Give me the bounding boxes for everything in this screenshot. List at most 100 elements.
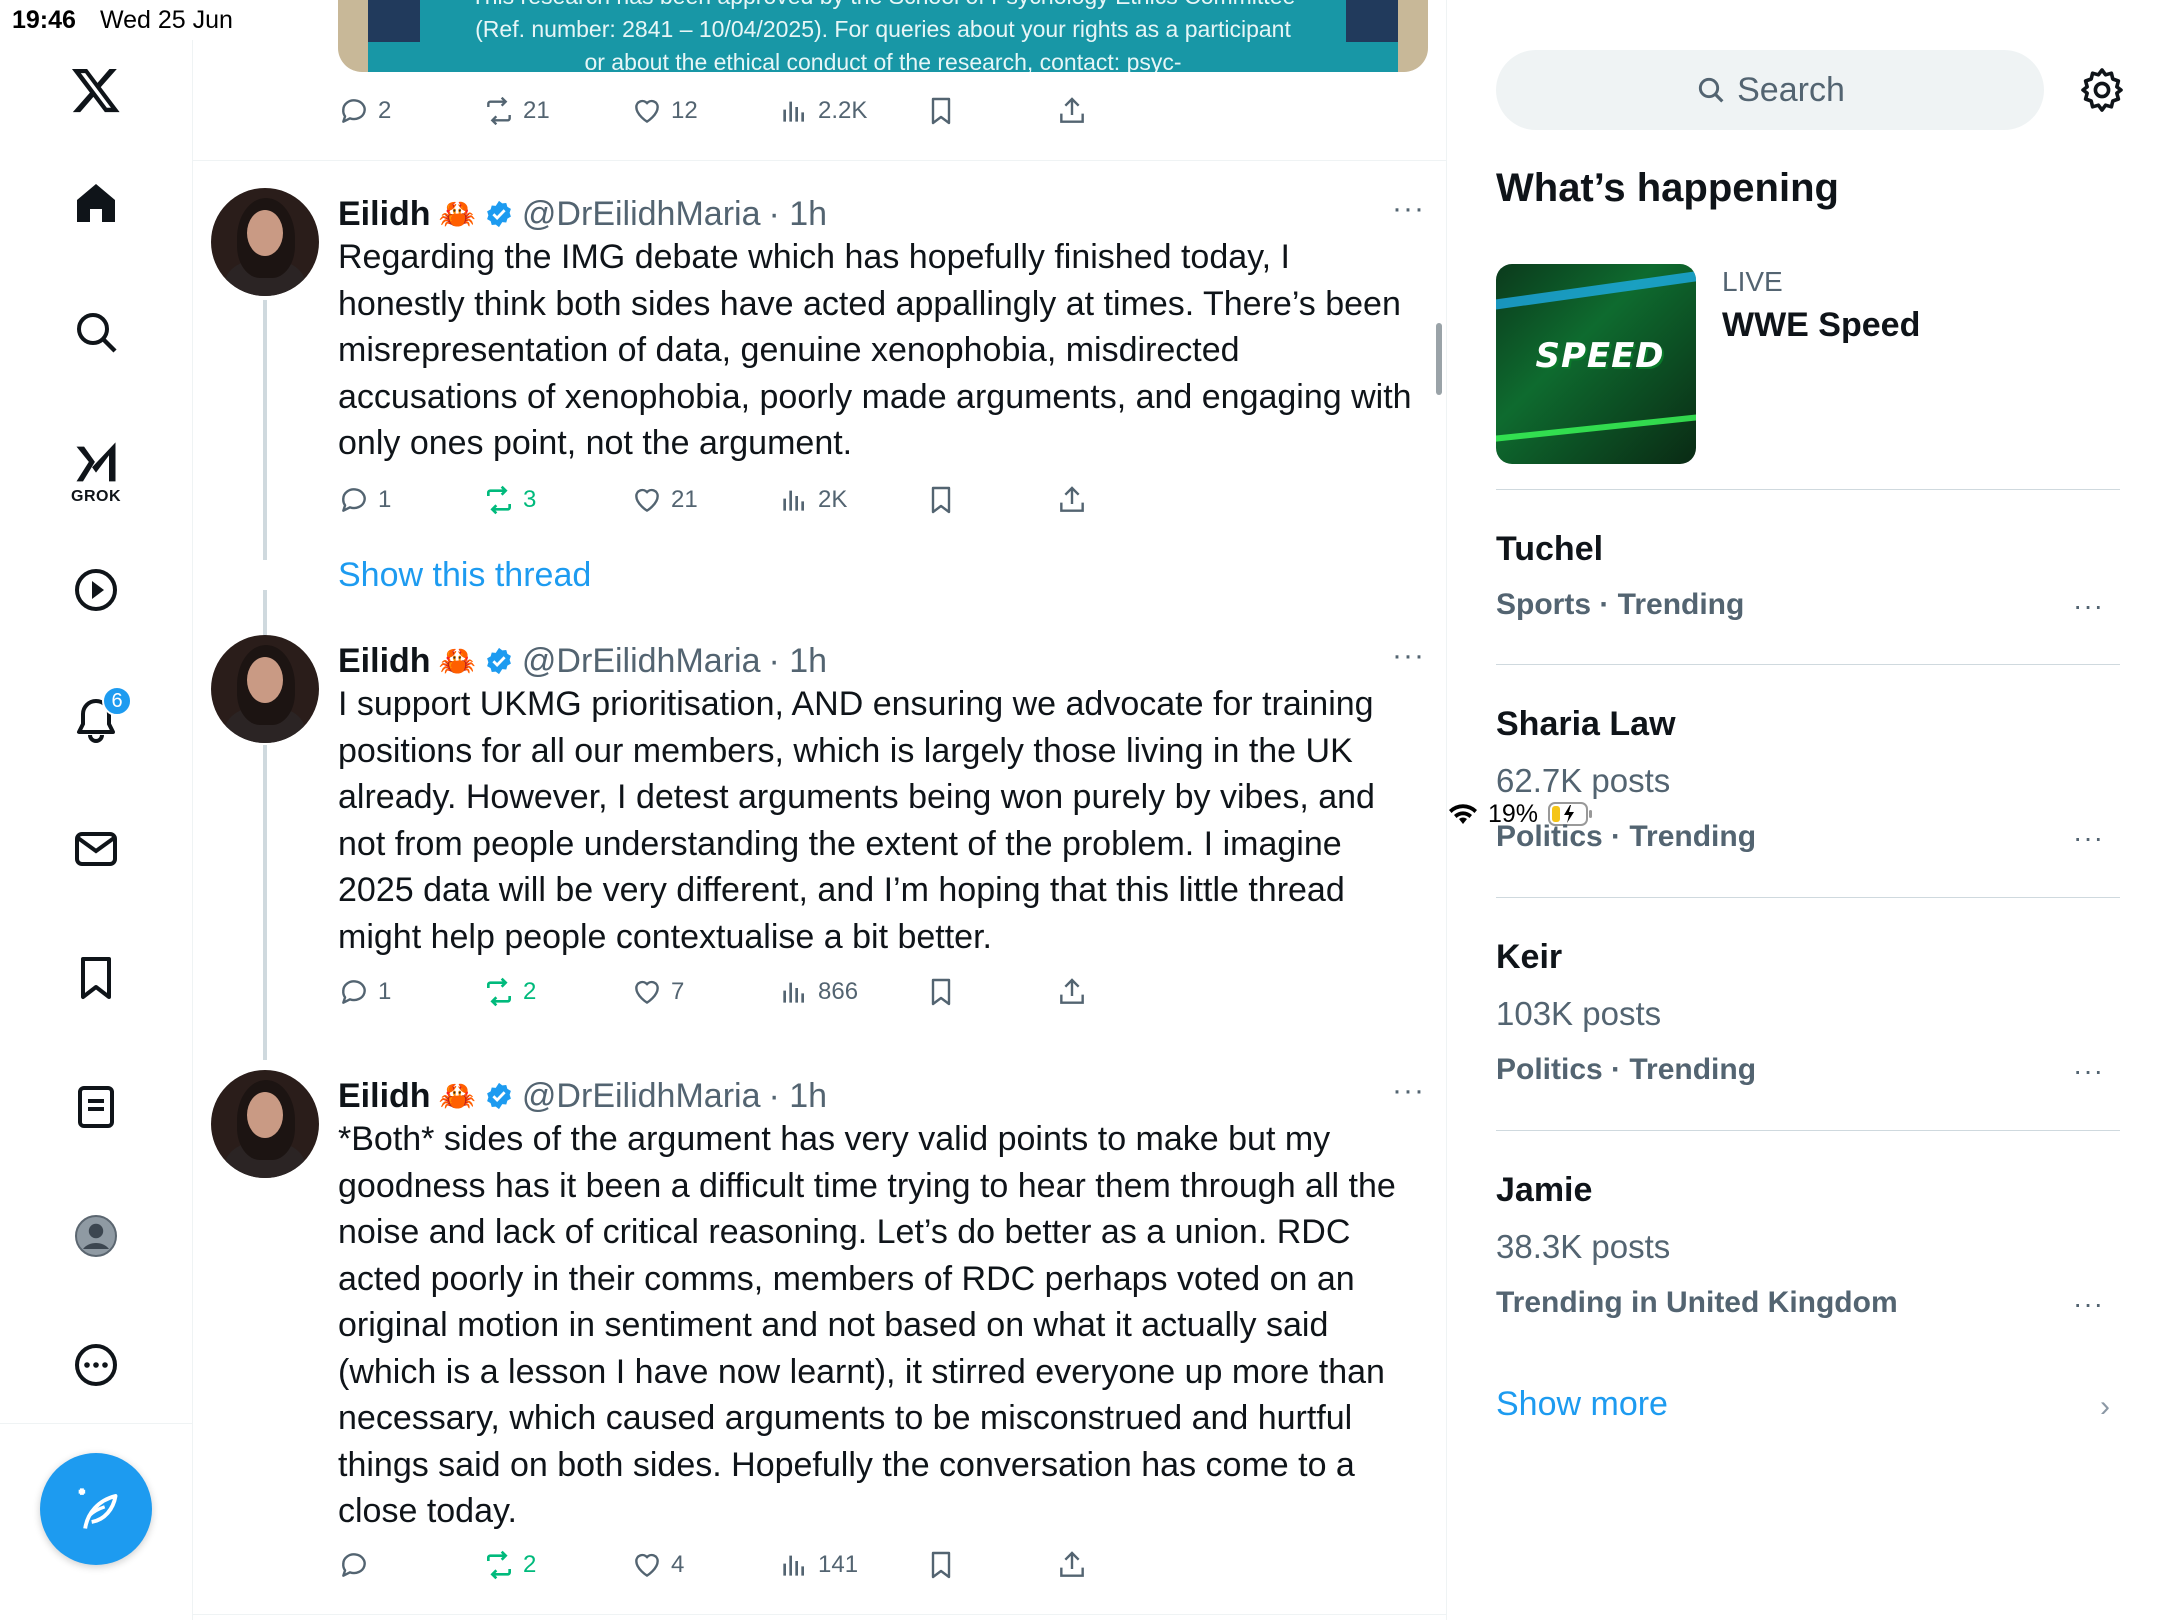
- views-button[interactable]: 2K: [778, 475, 847, 525]
- trend-title[interactable]: Sharia Law: [1496, 705, 1676, 744]
- trend-more-icon[interactable]: ···: [2073, 822, 2104, 854]
- views-count: 866: [818, 978, 859, 1005]
- like-button[interactable]: 12: [631, 86, 698, 136]
- avatar[interactable]: [211, 635, 319, 743]
- video-play-icon[interactable]: [56, 550, 136, 630]
- author-name[interactable]: Eilidh: [338, 1077, 431, 1116]
- reply-button[interactable]: [338, 1540, 378, 1590]
- trend-more-icon[interactable]: ···: [2073, 1055, 2104, 1087]
- repost-button[interactable]: 2: [483, 967, 536, 1017]
- tweet-time[interactable]: · 1h: [769, 195, 828, 234]
- author-handle[interactable]: @DrEilidhMaria: [522, 642, 761, 681]
- tweet-line: 2025 data will be very different, and I’…: [338, 871, 1345, 909]
- author-name[interactable]: Eilidh: [338, 642, 431, 681]
- bookmark-icon: [931, 978, 951, 1006]
- bookmark-button[interactable]: [925, 1540, 957, 1590]
- tweet-more-icon[interactable]: ···: [1392, 192, 1425, 226]
- reply-button[interactable]: 2: [338, 86, 391, 136]
- like-button[interactable]: 4: [631, 1540, 684, 1590]
- tweet-line: *Both* sides of the argument has very va…: [338, 1120, 1331, 1158]
- author-handle[interactable]: @DrEilidhMaria: [522, 1077, 761, 1116]
- tweet-text: Regarding the IMG debate which has hopef…: [338, 234, 1418, 467]
- notifications-bell-icon[interactable]: 6: [56, 680, 136, 760]
- tweet-more-icon[interactable]: ···: [1392, 1074, 1425, 1108]
- repost-button[interactable]: 2: [483, 1540, 536, 1590]
- tweet-actions: 1 3 21 2K: [338, 475, 1338, 525]
- profile-avatar-icon[interactable]: [56, 1196, 136, 1276]
- lists-icon[interactable]: [56, 1067, 136, 1147]
- views-button[interactable]: 866: [778, 967, 858, 1017]
- left-nav: GROK 6: [0, 40, 193, 1620]
- trend-more-icon[interactable]: ···: [2073, 590, 2104, 622]
- share-icon: [1060, 97, 1084, 123]
- grok-icon[interactable]: GROK: [56, 422, 136, 522]
- media-dark-block-right: [1346, 0, 1398, 42]
- reply-count: 1: [378, 978, 392, 1005]
- timeline: This research has been approved by the S…: [193, 0, 1447, 1620]
- like-button[interactable]: 7: [631, 967, 684, 1017]
- bookmark-button[interactable]: [925, 967, 957, 1017]
- home-icon[interactable]: [56, 163, 136, 243]
- trend-title[interactable]: Tuchel: [1496, 530, 1603, 569]
- reply-button[interactable]: 1: [338, 475, 391, 525]
- heart-icon: [635, 99, 659, 123]
- live-event-thumbnail[interactable]: SPEED: [1496, 264, 1696, 464]
- tweet-time[interactable]: · 1h: [769, 1077, 828, 1116]
- repost-count: 2: [523, 978, 537, 1005]
- tweet-line: might help people contextualise a bit be…: [338, 917, 992, 956]
- share-button[interactable]: [1056, 475, 1088, 525]
- nav-divider: [0, 1423, 193, 1424]
- more-options-icon[interactable]: [56, 1325, 136, 1405]
- reply-icon: [342, 99, 366, 123]
- live-event-title[interactable]: WWE Speed: [1722, 306, 1920, 345]
- settings-gear-icon[interactable]: [2078, 66, 2126, 114]
- crab-emoji: 🦀: [438, 197, 476, 231]
- tweet-time[interactable]: · 1h: [769, 642, 828, 681]
- media-line-2: (Ref. number: 2841 – 10/04/2025). For qu…: [475, 16, 1291, 42]
- reply-icon: [342, 488, 366, 512]
- repost-button[interactable]: 21: [483, 86, 550, 136]
- bookmark-button[interactable]: [925, 86, 957, 136]
- views-button[interactable]: 141: [778, 1540, 858, 1590]
- show-thread-link[interactable]: Show this thread: [338, 556, 591, 595]
- trend-title[interactable]: Keir: [1496, 938, 1562, 977]
- views-button[interactable]: 2.2K: [778, 86, 867, 136]
- timeline-scrollbar[interactable]: [1436, 323, 1442, 395]
- trend-more-icon[interactable]: ···: [2073, 1288, 2104, 1320]
- tweet-line: only ones point, not the argument.: [338, 424, 853, 462]
- compose-post-button[interactable]: [40, 1453, 152, 1565]
- share-button[interactable]: [1056, 1540, 1088, 1590]
- bookmark-button[interactable]: [925, 475, 957, 525]
- media-text: This research has been approved by the S…: [368, 0, 1398, 72]
- avatar[interactable]: [211, 1070, 319, 1178]
- search-input[interactable]: Search: [1496, 50, 2044, 130]
- author-handle[interactable]: @DrEilidhMaria: [522, 195, 761, 234]
- author-name[interactable]: Eilidh: [338, 195, 431, 234]
- verified-badge-icon: [487, 647, 511, 675]
- trend-posts: 103K posts: [1496, 995, 1662, 1032]
- bookmark-icon: [931, 1551, 951, 1579]
- search-icon[interactable]: [56, 292, 136, 372]
- avatar[interactable]: [211, 188, 319, 296]
- tweet-line: already. However, I detest arguments bei…: [338, 778, 1375, 816]
- trend-category: Politics · Trending: [1496, 1053, 1757, 1086]
- repost-button[interactable]: 3: [483, 475, 536, 525]
- share-button[interactable]: [1056, 86, 1088, 136]
- tweet-more-icon[interactable]: ···: [1392, 639, 1425, 673]
- views-chart-icon: [783, 490, 804, 511]
- tweet-line: goodness has it been a difficult time tr…: [338, 1166, 1396, 1205]
- top-tweet-media[interactable]: This research has been approved by the S…: [338, 0, 1428, 72]
- messages-envelope-icon[interactable]: [56, 809, 136, 889]
- trend-title[interactable]: Jamie: [1496, 1171, 1592, 1210]
- x-logo-icon[interactable]: [56, 50, 136, 130]
- bookmarks-icon[interactable]: [56, 938, 136, 1018]
- trend-divider: [1496, 1130, 2120, 1131]
- like-button[interactable]: 21: [631, 475, 698, 525]
- show-more-link[interactable]: Show more: [1496, 1385, 1668, 1424]
- reply-button[interactable]: 1: [338, 967, 391, 1017]
- tweet-line: honestly think both sides have acted app…: [338, 284, 1401, 323]
- trend-posts: 62.7K posts: [1496, 762, 1671, 799]
- compose-feather-icon: [78, 1488, 118, 1529]
- share-button[interactable]: [1056, 967, 1088, 1017]
- views-count: 2K: [818, 486, 848, 513]
